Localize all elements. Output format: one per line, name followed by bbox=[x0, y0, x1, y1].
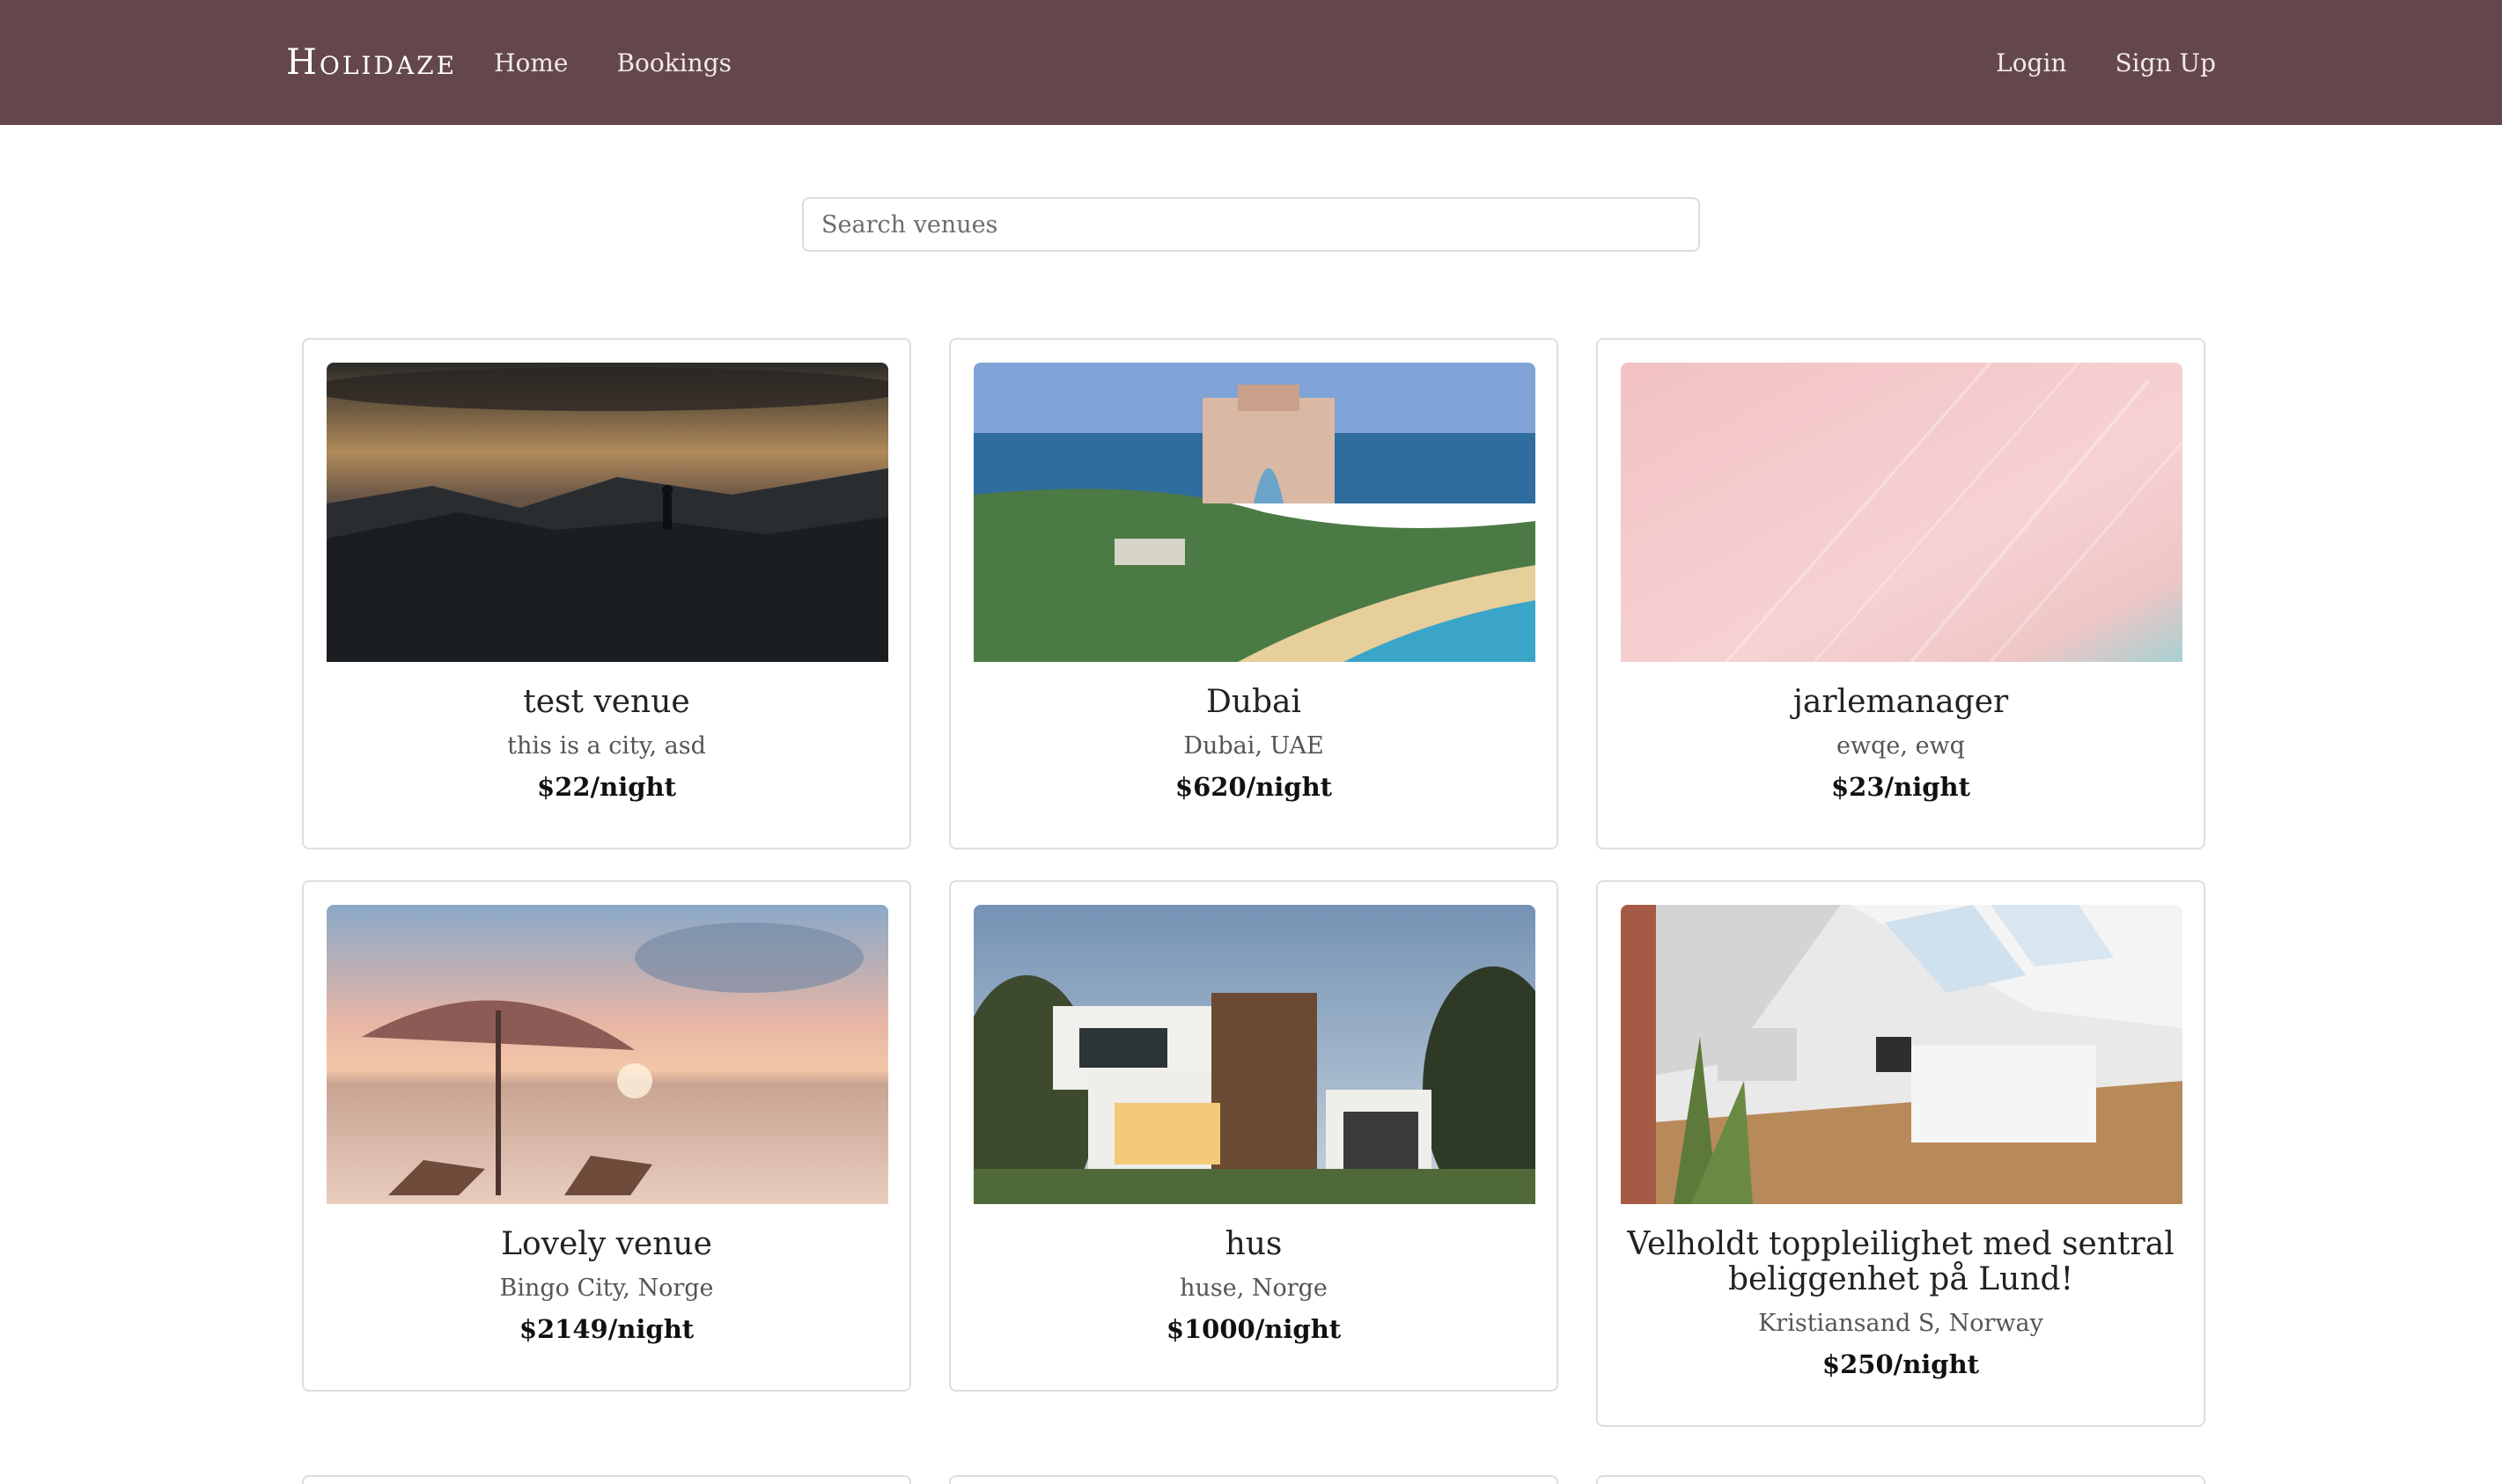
venue-card[interactable]: hus huse, Norge $1000/night bbox=[949, 880, 1558, 1392]
search-input[interactable] bbox=[802, 197, 1700, 252]
venue-title: test venue bbox=[523, 684, 690, 720]
nav-bookings-link[interactable]: Bookings bbox=[616, 48, 732, 77]
venue-title: hus bbox=[1225, 1226, 1283, 1262]
venue-card[interactable]: jarlemanager ewqe, ewq $23/night bbox=[1596, 338, 2205, 849]
venue-image-attic-apartment bbox=[1621, 905, 2182, 1204]
venue-image-mountain-sunset bbox=[327, 363, 888, 662]
venue-location: huse, Norge bbox=[1180, 1275, 1328, 1302]
venue-title: Velholdt toppleilighet med sentral belig… bbox=[1627, 1226, 2175, 1297]
venue-image-beach-umbrella bbox=[327, 905, 888, 1204]
venue-price: $250/night bbox=[1821, 1349, 1980, 1379]
venue-card-partial[interactable] bbox=[1596, 1475, 2205, 1484]
venue-grid: test venue this is a city, asd $22/night… bbox=[302, 338, 2207, 1427]
venue-location: Bingo City, Norge bbox=[499, 1275, 714, 1302]
search-container bbox=[0, 197, 2502, 252]
venue-price: $23/night bbox=[1831, 772, 1970, 802]
venue-price: $22/night bbox=[537, 772, 676, 802]
nav-login-link[interactable]: Login bbox=[1996, 48, 2066, 77]
venue-card[interactable]: Velholdt toppleilighet med sentral belig… bbox=[1596, 880, 2205, 1427]
venue-card[interactable]: Dubai Dubai, UAE $620/night bbox=[949, 338, 1558, 849]
venue-card[interactable]: Lovely venue Bingo City, Norge $2149/nig… bbox=[302, 880, 911, 1392]
venue-title: jarlemanager bbox=[1792, 684, 2009, 720]
venue-image-modern-house bbox=[974, 905, 1535, 1204]
venue-price: $2149/night bbox=[519, 1314, 695, 1344]
nav-home-link[interactable]: Home bbox=[494, 48, 568, 77]
venue-title: Lovely venue bbox=[501, 1226, 712, 1262]
venue-location: this is a city, asd bbox=[507, 732, 706, 760]
venue-location: Kristiansand S, Norway bbox=[1758, 1310, 2043, 1337]
venue-price: $620/night bbox=[1174, 772, 1333, 802]
venue-price: $1000/night bbox=[1166, 1314, 1342, 1344]
venue-image-pink-texture bbox=[1621, 363, 2182, 662]
brand-logo[interactable]: Holidaze bbox=[286, 42, 457, 83]
venue-card-partial[interactable] bbox=[949, 1475, 1558, 1484]
venue-card[interactable]: test venue this is a city, asd $22/night bbox=[302, 338, 911, 849]
venue-location: Dubai, UAE bbox=[1183, 732, 1324, 760]
venue-title: Dubai bbox=[1205, 684, 1302, 720]
top-navbar: Holidaze Home Bookings Login Sign Up bbox=[0, 0, 2502, 125]
venue-card-partial[interactable] bbox=[302, 1475, 911, 1484]
venue-location: ewqe, ewq bbox=[1836, 732, 1965, 760]
venue-image-beach-resort bbox=[974, 363, 1535, 662]
nav-signup-link[interactable]: Sign Up bbox=[2115, 48, 2216, 77]
